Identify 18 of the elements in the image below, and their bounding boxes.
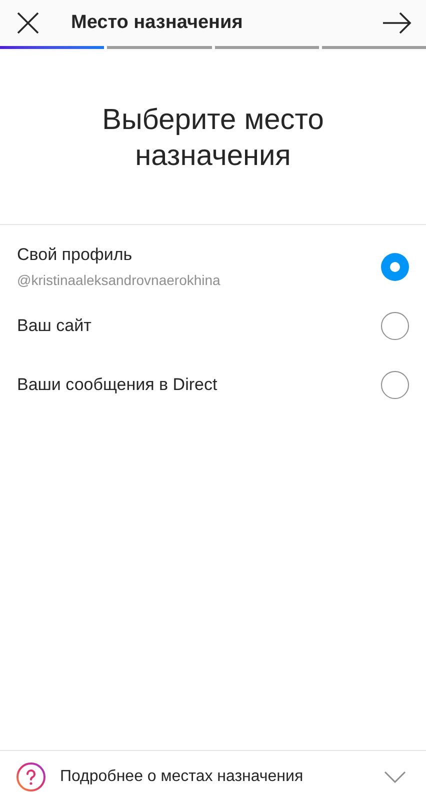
destination-option[interactable]: Ваш сайт: [0, 296, 426, 355]
arrow-right-icon: [382, 12, 412, 34]
radio-button[interactable]: [381, 370, 409, 398]
destination-option[interactable]: Свой профиль @kristinaaleksandrovnaerokhina: [0, 237, 426, 296]
screen-title: Место назначения: [71, 10, 243, 35]
option-username: @kristinaaleksandrovnaerokhina: [17, 271, 222, 290]
chevron-down-icon: [384, 770, 406, 782]
question-icon: [16, 762, 46, 792]
radio-button[interactable]: [381, 312, 409, 340]
learn-more-row[interactable]: Подробнее о местах назначения: [0, 750, 426, 800]
page-heading: Выберите место назначения: [101, 102, 325, 174]
radio-button[interactable]: [381, 252, 409, 280]
option-label: Ваши сообщения в Direct: [17, 374, 218, 396]
learn-more-label: Подробнее о местах назначения: [60, 766, 304, 786]
close-icon: [16, 11, 40, 35]
option-label: Свой профиль: [17, 244, 134, 266]
destination-option[interactable]: Ваши сообщения в Direct: [0, 355, 426, 414]
option-label: Ваш сайт: [17, 314, 92, 337]
